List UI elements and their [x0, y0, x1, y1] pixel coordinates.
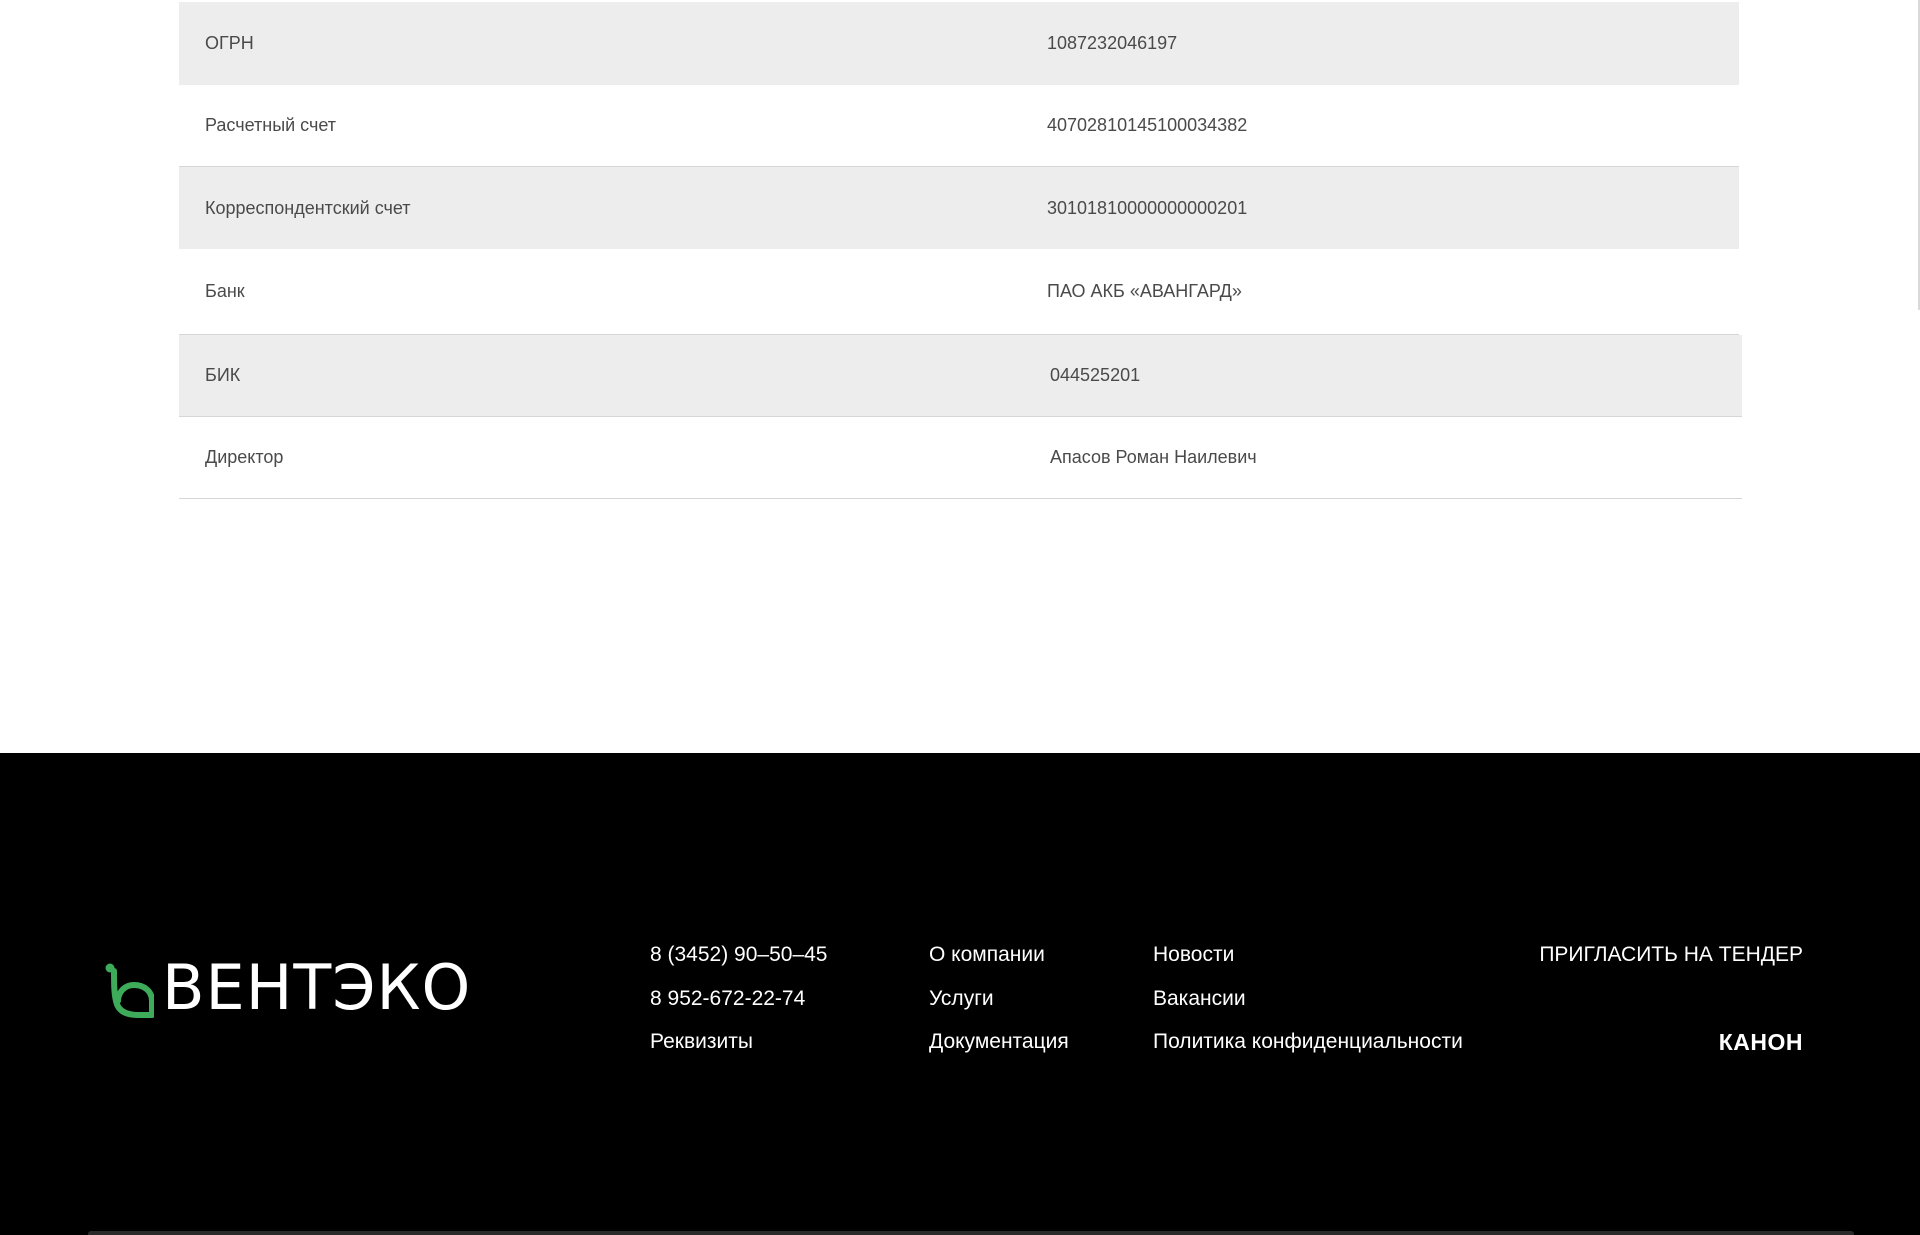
page: ОГРН 1087232046197 Расчетный счет 407028… — [0, 0, 1920, 1235]
requisite-label: Расчетный счет — [205, 115, 337, 135]
footer-info-nav: Новости Вакансии Политика конфиденциальн… — [1153, 943, 1463, 1074]
logo-wordmark: ВЕНТЭКО — [162, 951, 472, 1024]
requisite-label: Банк — [205, 281, 245, 301]
footer-contacts: 8 (3452) 90–50–45 8 952-672-22-74 Реквиз… — [650, 943, 828, 1074]
phone-link-mobile[interactable]: 8 952-672-22-74 — [650, 987, 828, 1011]
table-row: БИК 044525201 — [179, 335, 1742, 417]
requisites-link[interactable]: Реквизиты — [650, 1030, 828, 1054]
table-row: Банк ПАО АКБ «АВАНГАРД» — [179, 249, 1739, 335]
requisite-value: 30101810000000000201 — [1047, 197, 1248, 218]
developer-logo[interactable]: КАНОН — [1539, 1030, 1803, 1054]
requisite-value: 044525201 — [1050, 365, 1141, 385]
requisite-value: ПАО АКБ «АВАНГАРД» — [1047, 281, 1242, 301]
news-link[interactable]: Новости — [1153, 943, 1463, 967]
requisite-label: Директор — [205, 447, 284, 467]
requisites-section: ОГРН 1087232046197 Расчетный счет 407028… — [0, 0, 1920, 753]
services-link[interactable]: Услуги — [929, 987, 1069, 1011]
footer-company-nav: О компании Услуги Документация — [929, 943, 1069, 1074]
table-row: ОГРН 1087232046197 — [179, 2, 1739, 85]
table-row: Расчетный счет 40702810145100034382 — [179, 85, 1739, 167]
ventheko-logo[interactable]: ВЕНТЭКО — [104, 957, 494, 1023]
requisite-label: ОГРН — [205, 33, 254, 53]
privacy-policy-link[interactable]: Политика конфиденциальности — [1153, 1030, 1463, 1054]
table-row: Директор Апасов Роман Наилевич — [179, 417, 1742, 499]
requisites-table: ОГРН 1087232046197 Расчетный счет 407028… — [179, 2, 1742, 499]
documentation-link[interactable]: Документация — [929, 1030, 1069, 1054]
vacancies-link[interactable]: Вакансии — [1153, 987, 1463, 1011]
leaf-logo-icon — [105, 963, 154, 1018]
requisite-value: 40702810145100034382 — [1047, 115, 1248, 135]
about-link[interactable]: О компании — [929, 943, 1069, 967]
invite-to-tender-link[interactable]: ПРИГЛАСИТЬ НА ТЕНДЕР — [1539, 943, 1803, 967]
requisite-value: Апасов Роман Наилевич — [1050, 447, 1257, 467]
requisite-value: 1087232046197 — [1047, 33, 1178, 53]
table-row: Корреспондентский счет 30101810000000000… — [179, 167, 1739, 249]
phone-link-primary[interactable]: 8 (3452) 90–50–45 — [650, 943, 828, 967]
requisite-label: Корреспондентский счет — [205, 197, 411, 218]
site-footer: ВЕНТЭКО 8 (3452) 90–50–45 8 952-672-22-7… — [0, 753, 1920, 1235]
footer-right-column: ПРИГЛАСИТЬ НА ТЕНДЕР КАНОН — [1539, 943, 1803, 1054]
footer-bottom-bar — [88, 1231, 1854, 1235]
requisite-label: БИК — [205, 365, 241, 385]
